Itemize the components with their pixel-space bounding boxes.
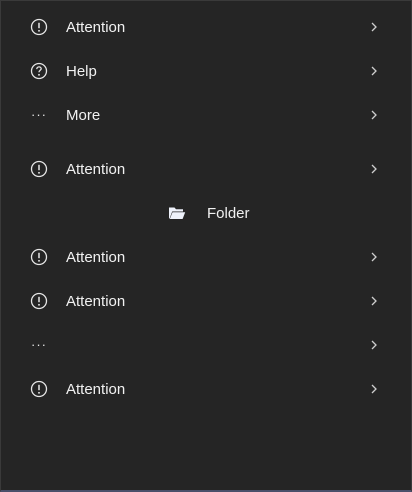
menu-item-more[interactable]: ··· [1,323,411,367]
exclamation-circle-icon [30,18,48,36]
menu-item-attention[interactable]: Attention [1,147,411,191]
menu-item-attention[interactable]: Attention [1,367,411,411]
exclamation-circle-icon [30,380,48,398]
exclamation-circle-icon [30,160,48,178]
chevron-right-icon [371,384,377,394]
menu-item-attention[interactable]: Attention [1,279,411,323]
menu-item-label: Folder [207,205,250,222]
chevron-right-icon [371,252,377,262]
menu-item-label: Attention [66,293,126,310]
menu-item-label: Attention [66,19,126,36]
menu-item-label: More [66,107,101,124]
menu-item-attention[interactable]: Attention [1,5,411,49]
chevron-right-icon [371,296,377,306]
chevron-right-icon [371,22,377,32]
chevron-right-icon [371,110,377,120]
exclamation-circle-icon [30,248,48,266]
ellipsis-icon: ··· [31,337,47,352]
menu-item-label: Attention [66,161,126,178]
menu-item-help[interactable]: Help [1,49,411,93]
folder-open-icon [169,207,186,219]
question-circle-icon [30,62,48,80]
menu-list: Attention Help ··· More Attention Folder… [1,5,411,411]
ellipsis-icon: ··· [31,107,47,122]
menu-item-more[interactable]: ··· More [1,93,411,137]
menu-item-folder[interactable]: Folder [1,191,411,235]
chevron-right-icon [371,164,377,174]
menu-panel: Attention Help ··· More Attention Folder… [0,0,412,492]
exclamation-circle-icon [30,292,48,310]
menu-item-label: Help [66,63,97,80]
chevron-right-icon [371,66,377,76]
menu-item-label: Attention [66,249,126,266]
chevron-right-icon [371,340,377,350]
menu-item-label: Attention [66,381,126,398]
menu-item-attention[interactable]: Attention [1,235,411,279]
